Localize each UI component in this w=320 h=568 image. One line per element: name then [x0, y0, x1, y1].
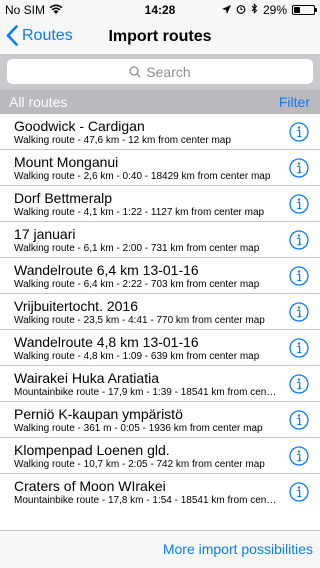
status-right: 29% — [221, 3, 317, 17]
route-name: Goodwick - Cardigan — [14, 118, 145, 134]
route-row[interactable]: Vrijbuitertocht. 2016 Walking route - 23,… — [0, 294, 320, 330]
info-icon[interactable] — [289, 374, 309, 394]
page-title: Import routes — [108, 28, 212, 45]
filter-button[interactable]: Filter — [279, 94, 310, 110]
route-name: Wandelroute 4,8 km 13-01-16 — [14, 334, 199, 350]
info-icon[interactable] — [289, 482, 309, 502]
search-input[interactable]: Search — [7, 59, 313, 84]
info-icon[interactable] — [289, 410, 309, 430]
route-description: Walking route - 6,4 km - 2:22 - 703 km f… — [14, 279, 260, 290]
bluetooth-icon — [251, 3, 258, 17]
nav-bar: Routes Import routes — [0, 20, 320, 54]
route-row[interactable]: Mount Monganui Walking route - 2,6 km - 0… — [0, 150, 320, 186]
battery-label: 29% — [262, 3, 287, 17]
route-row[interactable]: Wandelroute 4,8 km 13-01-16 Walking route… — [0, 330, 320, 366]
route-row[interactable]: Dorf Bettmeralp Walking route - 4,1 km - … — [0, 186, 320, 222]
search-placeholder: Search — [146, 63, 191, 80]
route-description: Walking route - 23,5 km - 4:41 - 770 km … — [14, 315, 265, 326]
route-row[interactable]: Perniö K-kaupan ympäristö Walking route -… — [0, 402, 320, 438]
info-icon[interactable] — [289, 194, 309, 214]
section-header: All routes Filter — [0, 90, 320, 114]
alarm-icon — [236, 3, 246, 17]
route-row[interactable]: Wairakei Huka Aratiatia Mountainbike rout… — [0, 366, 320, 402]
bottom-toolbar: More import possibilities — [0, 530, 320, 568]
route-description: Walking route - 47,6 km - 12 km from cen… — [14, 135, 231, 146]
more-import-possibilities-button[interactable]: More import possibilities — [163, 541, 313, 557]
route-description: Mountainbike route - 17,9 km - 1:39 - 18… — [14, 387, 279, 398]
status-bar: No SIM 14:28 29% — [0, 0, 320, 20]
info-icon[interactable] — [289, 158, 309, 178]
search-icon — [129, 65, 141, 78]
route-list: Goodwick - Cardigan Walking route - 47,6 … — [0, 114, 320, 510]
route-row[interactable]: 17 januari Walking route - 6,1 km - 2:00 … — [0, 222, 320, 258]
location-arrow-icon — [221, 3, 231, 17]
route-description: Walking route - 2,6 km - 0:40 - 18429 km… — [14, 171, 271, 182]
route-description: Mountainbike route - 17,8 km - 1:54 - 18… — [14, 495, 279, 506]
route-row[interactable]: Craters of Moon WIrakei Mountainbike rout… — [0, 474, 320, 510]
info-icon[interactable] — [289, 230, 309, 250]
route-description: Walking route - 4,1 km - 1:22 - 1127 km … — [14, 207, 265, 218]
info-icon[interactable] — [289, 338, 309, 358]
route-name: Perniö K-kaupan ympäristö — [14, 406, 183, 422]
route-name: Klompenpad Loenen gld. — [14, 442, 170, 458]
info-icon[interactable] — [289, 446, 309, 466]
route-name: 17 januari — [14, 226, 76, 242]
route-row[interactable]: Goodwick - Cardigan Walking route - 47,6 … — [0, 114, 320, 150]
route-description: Walking route - 361 m - 0:05 - 1936 km f… — [14, 423, 263, 434]
route-description: Walking route - 4,8 km - 1:09 - 639 km f… — [14, 351, 260, 362]
search-bar: Search — [0, 54, 320, 90]
battery-icon — [292, 5, 317, 15]
section-title: All routes — [9, 94, 68, 110]
route-name: Craters of Moon WIrakei — [14, 478, 166, 494]
route-name: Dorf Bettmeralp — [14, 190, 113, 206]
info-icon[interactable] — [289, 266, 309, 286]
info-icon[interactable] — [289, 302, 309, 322]
route-name: Mount Monganui — [14, 154, 119, 170]
info-icon[interactable] — [289, 122, 309, 142]
route-description: Walking route - 10,7 km - 2:05 - 742 km … — [14, 459, 265, 470]
route-description: Walking route - 6,1 km - 2:00 - 731 km f… — [14, 243, 260, 254]
route-row[interactable]: Wandelroute 6,4 km 13-01-16 Walking route… — [0, 258, 320, 294]
route-row[interactable]: Klompenpad Loenen gld. Walking route - 10… — [0, 438, 320, 474]
route-name: Wairakei Huka Aratiatia — [14, 370, 159, 386]
route-name: Vrijbuitertocht. 2016 — [14, 298, 138, 314]
route-name: Wandelroute 6,4 km 13-01-16 — [14, 262, 199, 278]
